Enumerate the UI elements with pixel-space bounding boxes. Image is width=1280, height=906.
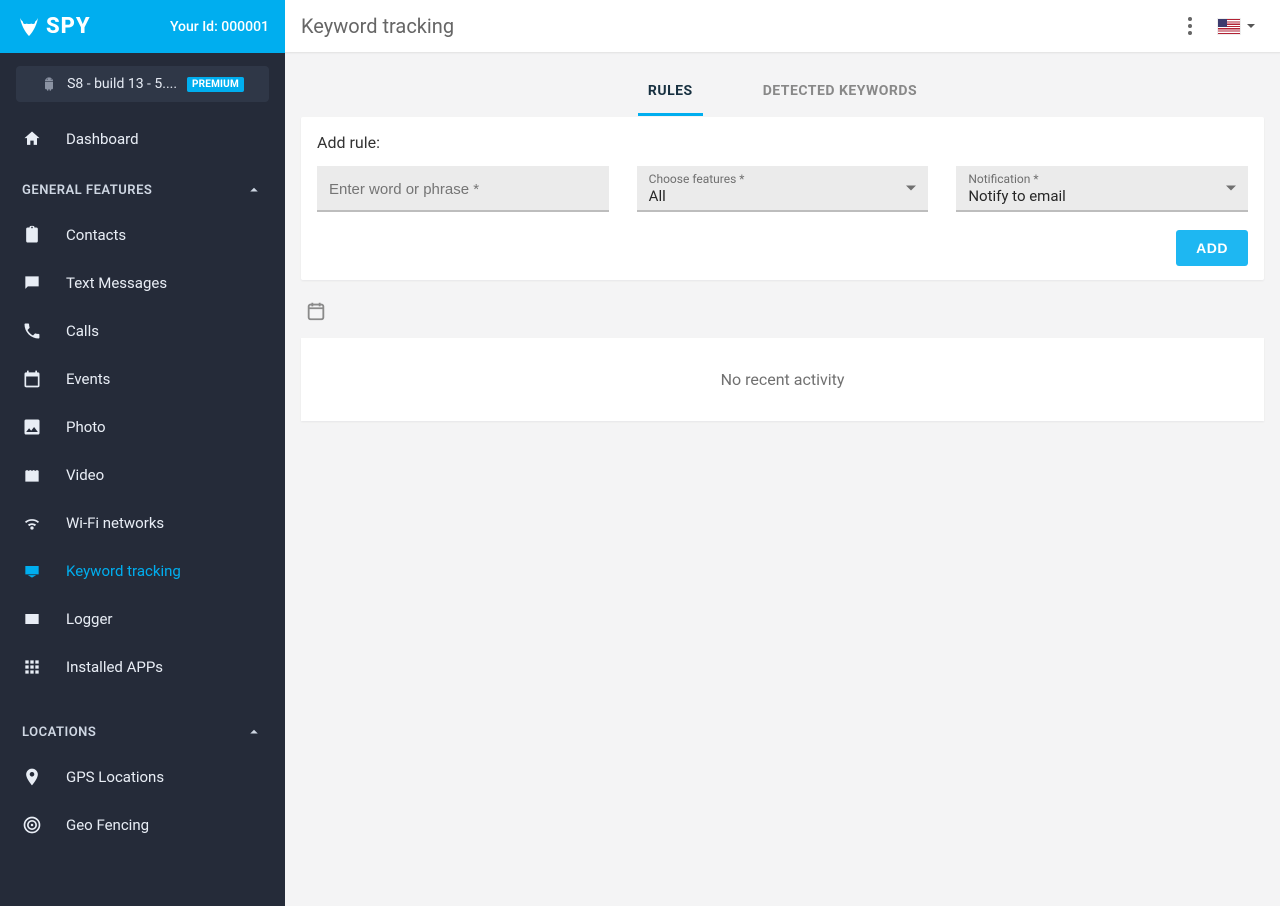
sidebar-item-label: Contacts [66,226,126,244]
phone-icon [22,321,42,341]
empty-state-text: No recent activity [721,370,845,389]
sidebar-item-geofencing[interactable]: Geo Fencing [0,801,285,849]
video-icon [22,465,42,485]
features-label: Choose features * [649,173,917,185]
sidebar-item-label: Text Messages [66,274,167,292]
sidebar-item-gps[interactable]: GPS Locations [0,753,285,801]
device-name: S8 - build 13 - 5.... [67,76,177,92]
sidebar-item-dashboard[interactable]: Dashboard [0,115,285,163]
tabs: RULES DETECTED KEYWORDS [301,69,1264,117]
sidebar-item-label: Video [66,466,104,484]
tab-rules[interactable]: RULES [638,69,703,116]
logo-icon [16,16,42,38]
sidebar-item-label: Installed APPs [66,658,163,676]
sidebar-item-label: Logger [66,610,113,628]
sidebar-item-installed-apps[interactable]: Installed APPs [0,643,285,691]
home-icon [22,129,42,149]
add-rule-title: Add rule: [317,133,1248,152]
pin-icon [22,767,42,787]
chevron-up-icon [245,181,263,199]
sidebar-item-logger[interactable]: Logger [0,595,285,643]
section-header-general[interactable]: GENERAL FEATURES [0,163,285,211]
add-rule-card: Add rule: Choose features * All Notifica… [301,117,1264,280]
notification-select[interactable]: Notification * Notify to email [956,166,1248,212]
date-picker-button[interactable] [305,300,1264,326]
logo-text: SPY [46,14,91,39]
calendar-icon [22,369,42,389]
sidebar-item-label: Keyword tracking [66,562,181,580]
keyboard-alt-icon [22,609,42,629]
image-icon [22,417,42,437]
section-title: LOCATIONS [22,725,96,740]
sidebar-item-calls[interactable]: Calls [0,307,285,355]
chevron-down-icon [906,186,916,191]
user-id[interactable]: Your Id: 000001 [170,19,269,35]
premium-badge: PREMIUM [187,77,244,92]
notification-value: Notify to email [968,187,1236,205]
flag-us-icon [1218,19,1240,34]
sidebar-item-keyword-tracking[interactable]: Keyword tracking [0,547,285,595]
calendar-outline-icon [305,300,327,322]
sidebar: SPY Your Id: 000001 S8 - build 13 - 5...… [0,0,285,906]
chevron-down-icon [1226,186,1236,191]
brand-bar: SPY Your Id: 000001 [0,0,285,53]
chevron-down-icon [1246,21,1256,31]
sidebar-item-label: Dashboard [66,130,139,148]
main: Keyword tracking RULES DETECTED KEYWORDS… [285,0,1280,906]
sidebar-item-label: Events [66,370,110,388]
sidebar-item-video[interactable]: Video [0,451,285,499]
notification-label: Notification * [968,173,1236,185]
sidebar-item-text-messages[interactable]: Text Messages [0,259,285,307]
page-title: Keyword tracking [301,14,454,38]
topbar: Keyword tracking [285,0,1280,53]
clipboard-icon [22,225,42,245]
android-icon [41,76,57,92]
features-value: All [649,187,917,205]
sidebar-item-label: Calls [66,322,99,340]
add-button[interactable]: ADD [1176,230,1248,266]
sidebar-item-label: Wi-Fi networks [66,514,164,532]
sidebar-item-label: GPS Locations [66,768,164,786]
device-selector[interactable]: S8 - build 13 - 5.... PREMIUM [16,66,269,102]
section-header-locations[interactable]: LOCATIONS [0,705,285,753]
language-selector[interactable] [1218,19,1256,34]
keyword-field[interactable] [317,166,609,212]
sidebar-item-contacts[interactable]: Contacts [0,211,285,259]
sidebar-item-label: Photo [66,418,106,436]
sidebar-item-events[interactable]: Events [0,355,285,403]
target-icon [22,815,42,835]
sidebar-item-wifi[interactable]: Wi-Fi networks [0,499,285,547]
kebab-icon [1188,17,1192,35]
chevron-up-icon [245,723,263,741]
activity-card: No recent activity [301,338,1264,421]
keyboard-icon [22,561,42,581]
tab-detected-keywords[interactable]: DETECTED KEYWORDS [753,69,927,116]
wifi-icon [22,513,42,533]
section-title: GENERAL FEATURES [22,183,152,198]
sidebar-item-photo[interactable]: Photo [0,403,285,451]
features-select[interactable]: Choose features * All [637,166,929,212]
sidebar-item-label: Geo Fencing [66,816,149,834]
more-menu-button[interactable] [1178,14,1202,38]
apps-icon [22,657,42,677]
logo[interactable]: SPY [16,14,91,39]
keyword-input[interactable] [329,181,597,198]
sms-icon [22,273,42,293]
